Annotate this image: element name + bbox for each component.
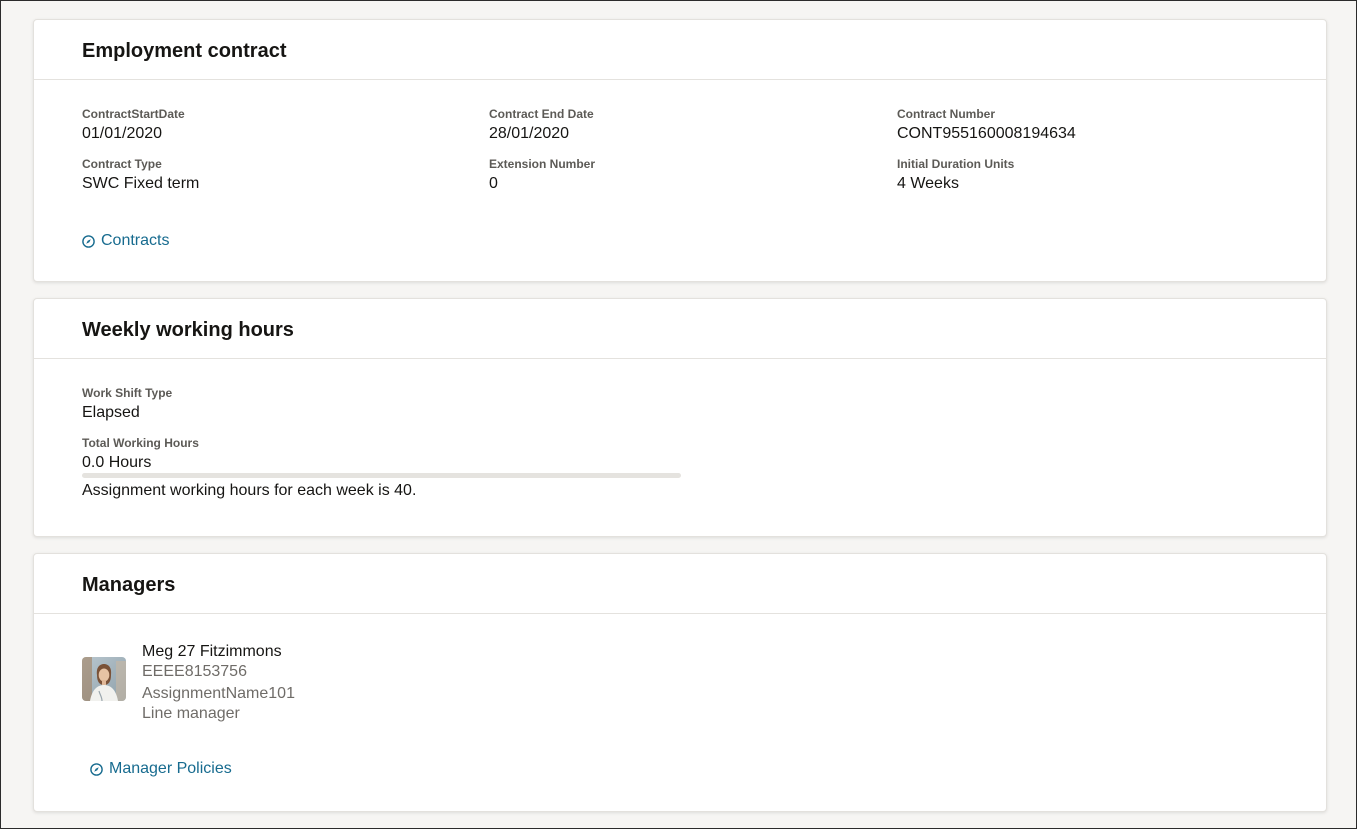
managers-title: Managers [82, 574, 176, 596]
work-shift-type-field: Work Shift Type Elapsed [82, 386, 172, 423]
employment-contract-title: Employment contract [82, 40, 287, 62]
manager-assignment-name: AssignmentName101 [142, 685, 295, 702]
manager-relationship: Line manager [142, 705, 240, 722]
extension-number-value: 0 [489, 175, 498, 192]
contract-number-label: Contract Number [897, 107, 996, 121]
contract-end-date-value: 28/01/2020 [489, 125, 570, 142]
manager-person-number: EEEE8153756 [142, 663, 247, 680]
working-hours-note: Assignment working hours for each week i… [82, 482, 417, 499]
total-working-hours-label: Total Working Hours [82, 436, 199, 450]
manager-name[interactable]: Meg 27 Fitzimmons [142, 642, 282, 662]
total-working-hours-field: Total Working Hours 0.0 Hours [82, 436, 199, 473]
work-shift-type-value: Elapsed [82, 404, 140, 421]
contract-type-label: Contract Type [82, 157, 162, 171]
contract-start-date-field: ContractStartDate 01/01/2020 [82, 107, 185, 144]
initial-duration-units-field: Initial Duration Units 4 Weeks [897, 157, 1014, 194]
total-working-hours-value: 0.0 Hours [82, 454, 152, 471]
contract-number-field: Contract Number CONT955160008194634 [897, 107, 1076, 144]
extension-number-label: Extension Number [489, 157, 596, 171]
contracts-link[interactable]: Contracts [82, 232, 169, 250]
contract-start-date-value: 01/01/2020 [82, 125, 163, 142]
weekly-working-hours-card: Weekly working hours Work Shift Type Ela… [33, 298, 1327, 537]
manager-policies-link[interactable]: Manager Policies [90, 760, 232, 778]
extension-number-field: Extension Number 0 [489, 157, 595, 194]
contract-type-field: Contract Type SWC Fixed term [82, 157, 199, 194]
work-shift-type-label: Work Shift Type [82, 386, 173, 400]
employment-contract-card: Employment contract ContractStartDate 01… [33, 19, 1327, 282]
contract-end-date-field: Contract End Date 28/01/2020 [489, 107, 594, 144]
contract-number-value: CONT955160008194634 [897, 125, 1076, 142]
compass-icon [90, 762, 103, 776]
manager-avatar[interactable] [82, 657, 126, 701]
weekly-working-hours-header: Weekly working hours [34, 299, 1326, 359]
contract-start-date-label: ContractStartDate [82, 107, 185, 121]
weekly-working-hours-title: Weekly working hours [82, 319, 294, 341]
contract-type-value: SWC Fixed term [82, 175, 200, 192]
manager-policies-link-label: Manager Policies [109, 760, 232, 777]
managers-card: Managers Meg 27 Fitzimmons EEEE8153756 A… [33, 553, 1327, 812]
initial-duration-units-label: Initial Duration Units [897, 157, 1015, 171]
employment-contract-header: Employment contract [34, 20, 1326, 80]
contracts-link-label: Contracts [101, 232, 170, 249]
initial-duration-units-value: 4 Weeks [897, 175, 959, 192]
working-hours-progress-bar [82, 473, 681, 478]
contract-end-date-label: Contract End Date [489, 107, 594, 121]
managers-header: Managers [34, 554, 1326, 614]
compass-icon [82, 234, 95, 248]
